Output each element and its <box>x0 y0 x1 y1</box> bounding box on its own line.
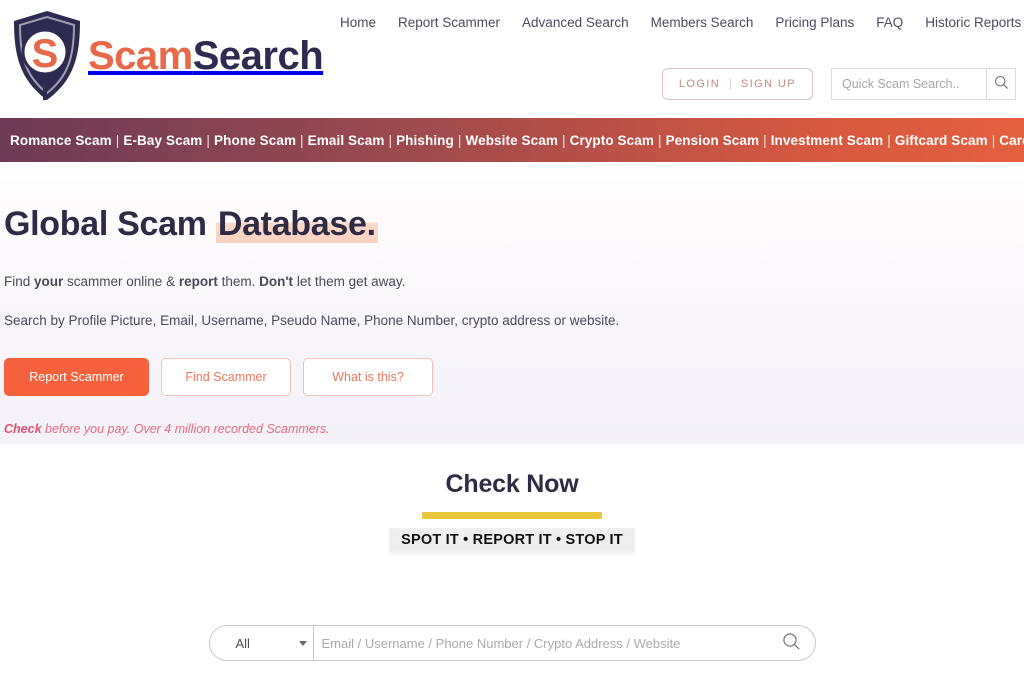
category-phishing[interactable]: Phishing <box>396 133 454 148</box>
hero-tagline-a: Find <box>4 274 35 290</box>
category-separator: | <box>763 132 767 148</box>
header-actions: LOGIN | SIGN UP <box>661 68 1016 100</box>
search-icon <box>994 75 1009 93</box>
category-pension-scam[interactable]: Pension Scam <box>666 133 760 148</box>
brand-name-scam: Scam <box>88 34 193 78</box>
main-search-button[interactable] <box>769 626 815 660</box>
highlight-stroke <box>422 512 602 519</box>
main-search-bar: All <box>208 625 816 661</box>
find-scammer-button[interactable]: Find Scammer <box>161 358 291 397</box>
category-website-scam[interactable]: Website Scam <box>465 133 558 148</box>
hero-note-rest: before you pay. Over 4 million recorded … <box>41 422 330 437</box>
hero-tagline-g: let them get away. <box>293 274 406 290</box>
nav-item-historic-reports[interactable]: Historic Reports <box>925 15 1021 30</box>
check-now-section: Check Now SPOT IT • REPORT IT • STOP IT <box>0 444 1024 555</box>
top-navigation: Home Report Scammer Advanced Search Memb… <box>340 15 1024 30</box>
category-separator: | <box>991 132 996 148</box>
page-header: S ScamSearch Home Report Scammer Advance… <box>0 0 1024 118</box>
search-category-value: All <box>235 635 250 651</box>
category-crypto-scam[interactable]: Crypto Scam <box>570 133 654 148</box>
category-phone-scam[interactable]: Phone Scam <box>214 133 296 148</box>
hero-note: Check before you pay. Over 4 million rec… <box>4 422 1024 436</box>
category-separator: | <box>457 132 462 148</box>
category-separator: | <box>115 132 120 148</box>
page-title-highlight: Database. <box>215 205 378 243</box>
quick-search <box>831 68 1016 100</box>
category-investment-scam[interactable]: Investment Scam <box>771 133 884 148</box>
category-email-scam[interactable]: Email Scam <box>308 133 385 148</box>
nav-item-members-search[interactable]: Members Search <box>651 15 754 30</box>
category-card-scam[interactable]: Card Scam <box>999 133 1024 148</box>
category-romance-scam[interactable]: Romance Scam <box>10 133 112 148</box>
brand-name-search: Search <box>192 34 324 78</box>
quick-search-button[interactable] <box>986 68 1016 100</box>
signup-label[interactable]: SIGN UP <box>741 78 796 90</box>
main-search-section: All <box>0 625 1024 661</box>
brand-wordmark: ScamSearch <box>88 34 324 78</box>
slogan-banner: SPOT IT • REPORT IT • STOP IT <box>389 528 635 555</box>
nav-item-pricing-plans[interactable]: Pricing Plans <box>775 15 854 30</box>
report-scammer-button[interactable]: Report Scammer <box>4 358 149 397</box>
category-separator: | <box>300 132 304 148</box>
hero-tagline-dont: Don't <box>259 274 294 290</box>
login-label[interactable]: LOGIN <box>679 78 720 90</box>
nav-item-advanced-search[interactable]: Advanced Search <box>522 15 629 30</box>
shield-logo-icon: S <box>8 8 86 104</box>
hero-section: Global Scam Database. Find your scammer … <box>0 162 1024 444</box>
nav-item-report-scammer[interactable]: Report Scammer <box>398 15 500 30</box>
brand-logo[interactable]: S ScamSearch <box>8 8 324 104</box>
hero-tagline-e: them. <box>217 274 260 290</box>
chevron-down-icon <box>298 641 307 646</box>
svg-text:S: S <box>32 32 59 76</box>
category-ebay-scam[interactable]: E-Bay Scam <box>123 133 202 148</box>
hero-note-check: Check <box>4 422 42 437</box>
hero-subtext: Search by Profile Picture, Email, Userna… <box>4 313 620 329</box>
hero-button-group: Report Scammer Find Scammer What is this… <box>4 358 1024 397</box>
main-search-input[interactable] <box>313 626 769 660</box>
hero-tagline-report: report <box>178 274 218 290</box>
hero-tagline-c: scammer online & <box>63 274 179 290</box>
search-category-select[interactable]: All <box>210 626 314 660</box>
quick-search-input[interactable] <box>831 68 986 100</box>
category-bar: Romance Scam | E-Bay Scam | Phone Scam |… <box>0 118 1024 162</box>
nav-item-home[interactable]: Home <box>340 15 376 30</box>
hero-tagline-your: your <box>34 274 64 290</box>
category-separator: | <box>206 132 211 148</box>
nav-item-faq[interactable]: FAQ <box>876 15 903 30</box>
category-separator: | <box>561 132 566 148</box>
hero-tagline: Find your scammer online & report them. … <box>4 274 1024 289</box>
login-signup-button[interactable]: LOGIN | SIGN UP <box>661 68 813 100</box>
check-now-title: Check Now <box>445 470 579 498</box>
what-is-this-button[interactable]: What is this? <box>303 358 433 397</box>
category-separator: | <box>887 132 891 148</box>
auth-separator: | <box>729 78 732 90</box>
category-separator: | <box>657 132 662 148</box>
page-title: Global Scam Database. <box>4 205 1024 243</box>
page-title-plain: Global Scam <box>4 205 216 243</box>
category-separator: | <box>388 132 393 148</box>
category-giftcard-scam[interactable]: Giftcard Scam <box>895 133 988 148</box>
search-icon <box>782 632 801 654</box>
